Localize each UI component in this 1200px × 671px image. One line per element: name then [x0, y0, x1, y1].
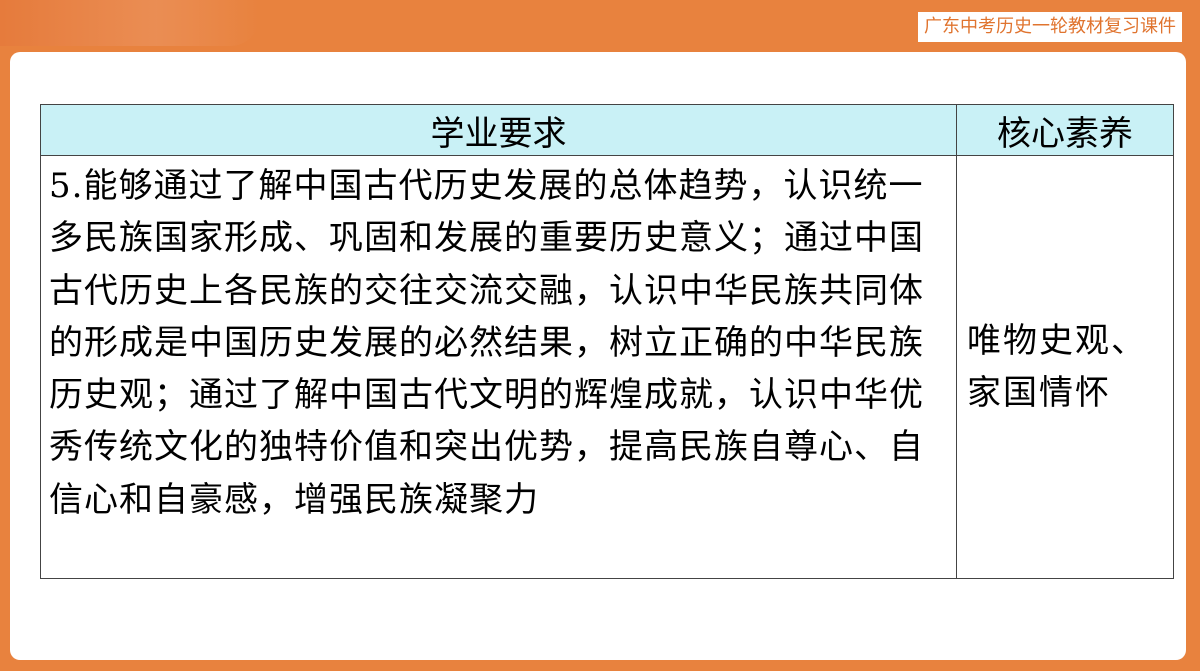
literacy-line-2: 家国情怀	[967, 373, 1111, 413]
literacy-cell: 唯物史观、 家国情怀	[956, 155, 1174, 579]
table-header-row: 学业要求 核心素养	[40, 104, 1174, 156]
decorative-header-shape	[0, 0, 260, 46]
column-header-literacy: 核心素养	[956, 104, 1174, 156]
column-header-requirement: 学业要求	[40, 104, 957, 156]
table-row: 5.能够通过了解中国古代历史发展的总体趋势，认识统一多民族国家形成、巩固和发展的…	[40, 155, 1174, 579]
course-tag: 广东中考历史一轮教材复习课件	[918, 12, 1182, 42]
requirement-text: 5.能够通过了解中国古代历史发展的总体趋势，认识统一多民族国家形成、巩固和发展的…	[40, 155, 957, 579]
content-panel: 学业要求 核心素养 5.能够通过了解中国古代历史发展的总体趋势，认识统一多民族国…	[10, 52, 1186, 660]
requirements-table: 学业要求 核心素养 5.能够通过了解中国古代历史发展的总体趋势，认识统一多民族国…	[40, 104, 1174, 579]
literacy-line-1: 唯物史观、	[967, 321, 1147, 361]
